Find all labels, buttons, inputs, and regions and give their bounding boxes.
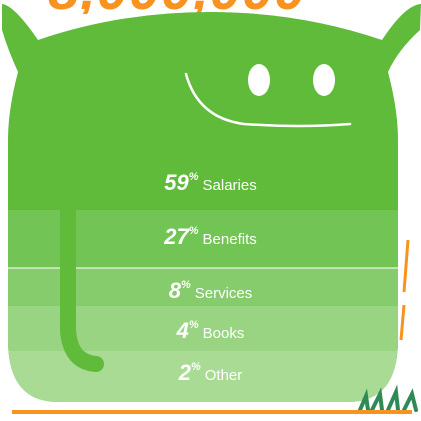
row-services: 8% Services [0, 278, 421, 304]
other-percent: 2% [178, 360, 201, 385]
right-eye [313, 64, 335, 96]
other-label: Other [204, 367, 243, 384]
benefits-percent: 27% [164, 224, 199, 249]
books-percent: 4% [176, 318, 199, 343]
left-eye [248, 64, 270, 96]
row-other: 2% Other [0, 360, 421, 386]
budget-monster-illustration [2, 4, 421, 414]
row-benefits: 27% Benefits [0, 224, 421, 250]
books-label: Books [202, 325, 245, 342]
row-salaries: 59% Salaries [0, 170, 421, 196]
benefits-label: Benefits [202, 231, 257, 248]
services-percent: 8% [168, 278, 191, 303]
salaries-label: Salaries [202, 177, 257, 194]
ground-line [12, 410, 412, 414]
row-books: 4% Books [0, 318, 421, 344]
salaries-percent: 59% [164, 170, 199, 195]
services-label: Services [194, 285, 253, 302]
